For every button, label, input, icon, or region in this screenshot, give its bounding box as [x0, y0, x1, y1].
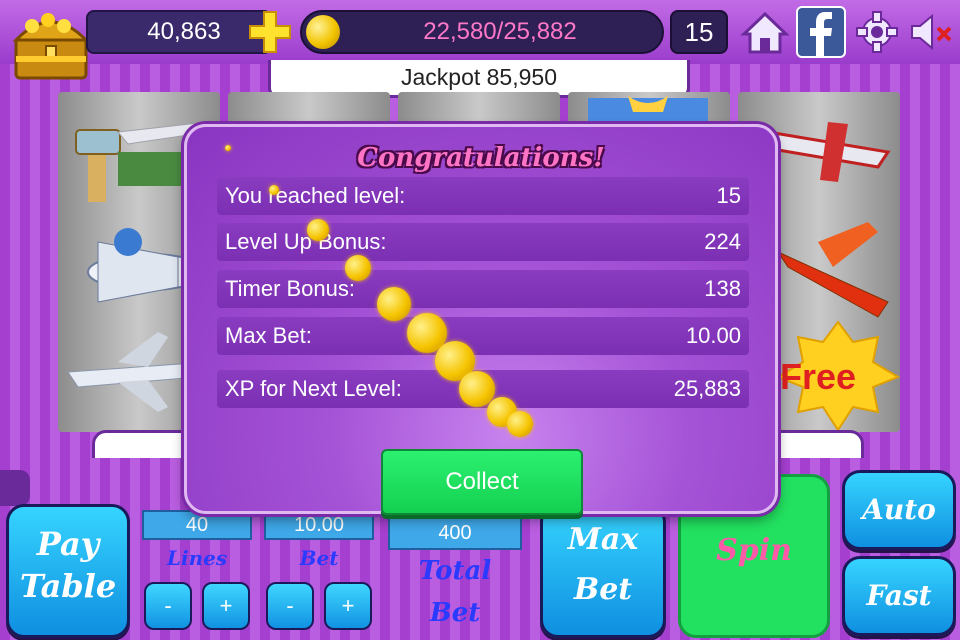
coin-icon — [345, 255, 371, 281]
row-value: 10.00 — [685, 323, 741, 348]
coin-icon — [307, 219, 329, 241]
coin-icon — [306, 15, 340, 49]
lines-value: 40 — [142, 510, 252, 540]
paytable-line1: Pay — [36, 525, 100, 563]
row-value: 138 — [704, 276, 741, 301]
dialog-row-level: You reached level: 15 — [217, 177, 749, 215]
bet-label: Bet — [299, 546, 339, 570]
max-bet-line1: Max — [567, 522, 639, 557]
row-value: 224 — [704, 229, 741, 254]
gear-icon[interactable] — [852, 6, 902, 58]
coin-icon — [377, 287, 411, 321]
coin-balance: 40,863 — [86, 10, 272, 54]
dialog-row-max-bet: Max Bet: 10.00 — [217, 317, 749, 355]
coin-icon — [269, 185, 279, 195]
plus-icon[interactable] — [246, 8, 294, 56]
xp-progress-text: 22,580/25,882 — [423, 18, 577, 45]
max-bet-button[interactable]: Max Bet — [540, 504, 666, 638]
total-bet-label-line2: Bet — [429, 598, 481, 628]
row-label: You reached level: — [225, 183, 406, 208]
dialog-title: Congratulations! — [357, 143, 605, 173]
lines-minus-button[interactable]: - — [144, 582, 192, 630]
max-bet-line2: Bet — [573, 572, 633, 607]
row-value: 25,883 — [673, 376, 741, 401]
collect-button[interactable]: Collect — [381, 449, 583, 515]
total-bet-value: 400 — [388, 516, 522, 550]
auto-button[interactable]: Auto — [842, 470, 956, 550]
home-icon[interactable] — [740, 6, 790, 58]
xp-progress-bar: 22,580/25,882 — [300, 10, 664, 54]
row-label: Timer Bonus: — [225, 276, 356, 301]
lines-plus-button[interactable]: + — [202, 582, 250, 630]
dialog-row-timer-bonus: Timer Bonus: 138 — [217, 270, 749, 308]
paytable-line2: Table — [19, 567, 117, 605]
bet-minus-button[interactable]: - — [266, 582, 314, 630]
dialog-row-level-up-bonus: Level Up Bonus: 224 — [217, 223, 749, 261]
treasure-chest-icon[interactable] — [2, 0, 96, 86]
fast-button[interactable]: Fast — [842, 556, 956, 636]
row-label: Max Bet: — [225, 323, 312, 348]
level-up-dialog: Congratulations! You reached level: 15 L… — [184, 124, 778, 515]
level-indicator: 15 — [670, 10, 728, 54]
facebook-icon[interactable] — [796, 6, 846, 58]
row-value: 15 — [716, 183, 741, 208]
lines-label: Lines — [166, 546, 228, 570]
bet-plus-button[interactable]: + — [324, 582, 372, 630]
mute-icon[interactable] — [906, 6, 956, 58]
paytable-button[interactable]: Pay Table — [6, 504, 130, 638]
free-symbol-text: Free — [780, 356, 857, 397]
coin-icon — [225, 145, 231, 151]
coin-icon — [507, 411, 533, 437]
row-label: XP for Next Level: — [225, 376, 402, 401]
bet-value: 10.00 — [264, 510, 374, 540]
total-bet-label-line1: Total — [418, 556, 492, 586]
side-tab[interactable] — [0, 470, 30, 506]
